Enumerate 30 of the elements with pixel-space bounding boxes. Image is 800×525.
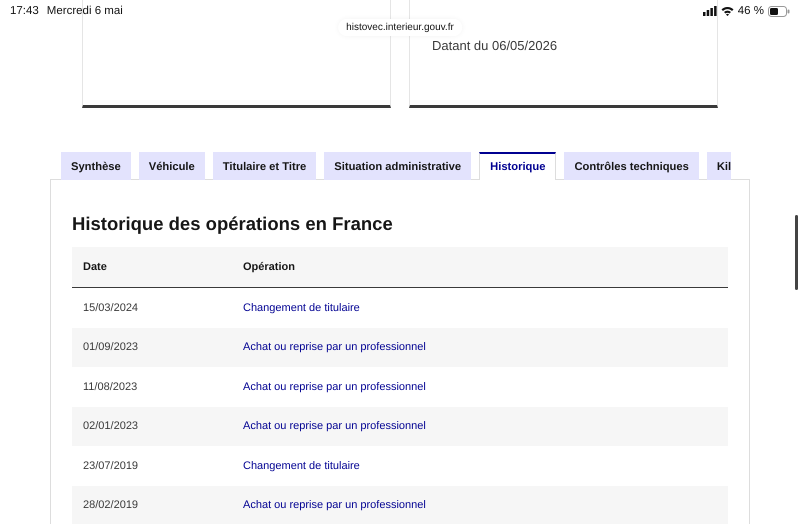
date-cell-text: 11/08/2023 [83,380,138,393]
address-bar[interactable]: histovec.interieur.gouv.fr [338,19,462,36]
tab[interactable]: Kil [706,152,732,180]
operation-link[interactable]: Achat ou reprise par un professionnel [243,499,426,512]
date-cell-text: 02/01/2023 [83,420,140,432]
tab[interactable]: Synthèse [61,152,131,180]
tab[interactable]: Contrôles techniques [564,152,699,180]
operation-link[interactable]: Changement de titulaire [243,460,360,472]
tab[interactable]: Véhicule [138,152,205,180]
battery-percent: 46 % [738,5,764,17]
tab[interactable]: Situation administrative [324,152,472,180]
operation-link[interactable]: Achat ou reprise par un professionnel [243,420,426,432]
column-header: Date [83,261,108,273]
date-cell-text: 28/02/2019 [83,499,140,512]
operation-link[interactable]: Achat ou reprise par un professionnel [243,341,426,354]
wifi-icon [720,6,734,16]
tab[interactable]: Titulaire et Titre [212,152,316,180]
tab[interactable]: Historique [479,152,556,180]
status-date: Mercredi 6 mai [46,5,123,17]
section-title: Historique des opérations en France [72,213,394,235]
operation-link[interactable]: Changement de titulaire [243,302,360,314]
signal-icon [702,6,717,16]
operation-link[interactable]: Achat ou reprise par un professionnel [243,380,426,393]
date-cell-text: 01/09/2023 [83,341,140,354]
clock-time: 17:43 [10,5,39,17]
date-cell-text: 23/07/2019 [83,460,140,472]
date-cell-text: 15/03/2024 [83,302,140,314]
column-header: Opération [243,261,296,273]
battery-icon [768,6,790,16]
card-text: Datant du 06/05/2026 [432,38,558,53]
